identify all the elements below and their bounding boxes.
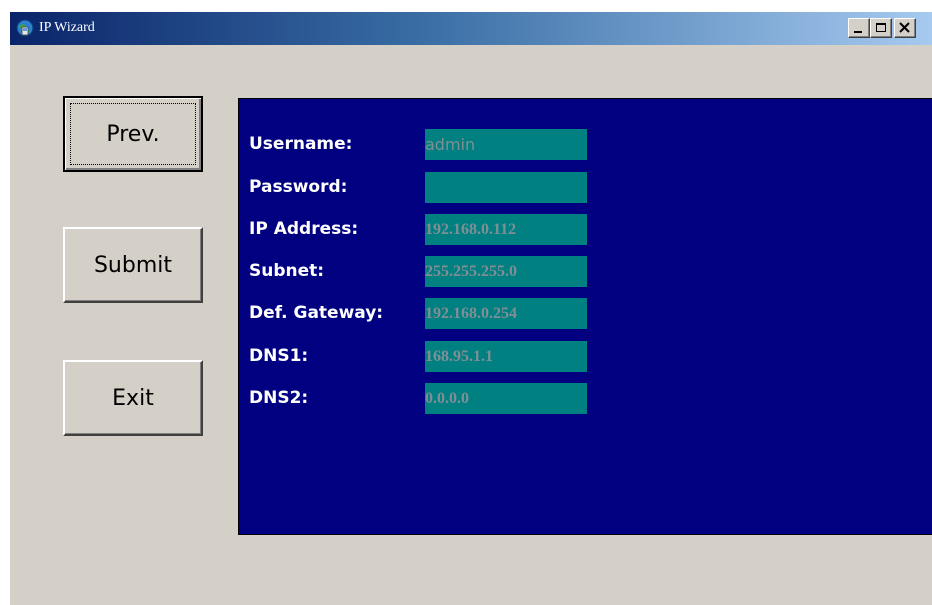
gateway-field[interactable]: 192.168.0.254 [425, 298, 587, 329]
network-globe-icon [16, 19, 34, 37]
prev-button[interactable]: Prev. [63, 96, 203, 172]
maximize-icon [876, 23, 886, 32]
window-title: IP Wizard [39, 20, 95, 35]
minimize-icon [854, 31, 862, 33]
password-label: Password: [249, 177, 348, 197]
close-icon [899, 22, 910, 33]
close-button[interactable] [894, 18, 916, 38]
username-label: Username: [249, 134, 353, 154]
submit-button[interactable]: Submit [63, 227, 203, 303]
subnet-label: Subnet: [249, 261, 325, 281]
password-field[interactable] [425, 172, 587, 203]
submit-button-label: Submit [93, 252, 173, 278]
exit-button-label: Exit [112, 385, 154, 411]
ip-address-field[interactable]: 192.168.0.112 [425, 214, 587, 245]
username-field[interactable]: admin [425, 129, 587, 160]
subnet-field[interactable]: 255.255.255.0 [425, 256, 587, 287]
maximize-button[interactable] [870, 18, 892, 38]
title-bar[interactable]: IP Wizard [10, 12, 932, 45]
minimize-button[interactable] [848, 18, 870, 38]
dns2-label: DNS2: [249, 388, 309, 408]
network-settings-panel: Username: admin Password: IP Address: 19… [238, 98, 932, 535]
exit-button[interactable]: Exit [63, 360, 203, 436]
focus-rectangle [70, 103, 196, 165]
ip-wizard-window: IP Wizard Prev. Submit Exit Username: ad… [9, 11, 932, 605]
dns2-field[interactable]: 0.0.0.0 [425, 383, 587, 414]
gateway-label: Def. Gateway: [249, 303, 384, 323]
dns1-label: DNS1: [249, 346, 309, 366]
dns1-field[interactable]: 168.95.1.1 [425, 341, 587, 372]
ip-address-label: IP Address: [249, 219, 359, 239]
